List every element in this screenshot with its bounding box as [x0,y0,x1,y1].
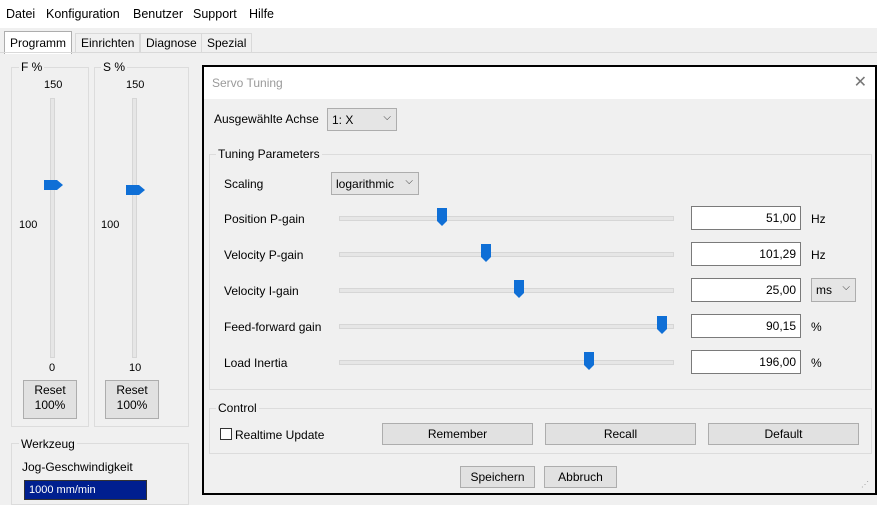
jog-speed-value: 1000 mm/min [29,484,96,496]
feed-reset-label-line1: Reset [34,383,66,397]
velocity-i-gain-input[interactable]: 25,00 [691,278,801,302]
spindle-reset-label-line1: Reset [116,383,148,397]
feed-override-label: F % [19,60,45,74]
spindle-override-min: 10 [129,362,142,374]
feed-forward-gain-slider-thumb[interactable] [657,316,667,334]
tab-divider [0,52,877,53]
position-p-gain-unit: Hz [811,212,826,226]
feed-reset-button[interactable]: Reset 100% [23,380,77,419]
jog-speed-select[interactable]: 1000 mm/min [24,480,147,500]
spindle-reset-button[interactable]: Reset 100% [105,380,159,419]
velocity-i-gain-slider-thumb[interactable] [513,280,524,298]
velocity-p-gain-input[interactable]: 101,29 [691,242,801,266]
dialog-title-bar: Servo Tuning ✕ [204,67,875,99]
scaling-label: Scaling [224,177,264,191]
position-p-gain-input[interactable]: 51,00 [691,206,801,230]
feed-override-min: 0 [49,362,56,374]
feed-override-max: 150 [44,79,63,91]
load-inertia-track[interactable] [339,360,674,365]
remember-button[interactable]: Remember [382,423,533,445]
menu-konfiguration[interactable]: Konfiguration [46,7,120,21]
menu-bar: Datei Konfiguration Benutzer Support Hil… [0,0,877,28]
feed-forward-gain-track[interactable] [339,324,674,329]
feed-forward-gain-input[interactable]: 90,15 [691,314,801,338]
realtime-update-checkbox[interactable] [220,428,232,440]
load-inertia-input[interactable]: 196,00 [691,350,801,374]
chevron-down-icon: ⌵ [842,282,850,293]
spindle-override-mid: 100 [101,219,120,231]
feed-forward-gain-label: Feed-forward gain [224,320,322,334]
velocity-p-gain-track[interactable] [339,252,674,257]
velocity-i-gain-unit: ms [816,283,832,297]
recall-button[interactable]: Recall [545,423,696,445]
menu-hilfe[interactable]: Hilfe [249,7,274,21]
feed-reset-label-line2: 100% [34,398,66,412]
cancel-button[interactable]: Abbruch [544,466,617,488]
servo-tuning-dialog: Servo Tuning ✕ Ausgewählte Achse 1: X ⌵ … [202,65,877,495]
control-group-label: Control [216,401,259,415]
axis-select[interactable]: 1: X ⌵ [327,108,397,131]
velocity-i-gain-track[interactable] [339,288,674,293]
tab-programm[interactable]: Programm [4,31,73,54]
load-inertia-unit: % [811,356,822,370]
tuning-parameters-label: Tuning Parameters [216,147,322,161]
main-tabs: Programm Einrichten Diagnose Spezial [0,30,877,54]
tab-spezial[interactable]: Spezial [201,33,253,53]
load-inertia-slider-thumb[interactable] [583,352,594,370]
feed-override-mid: 100 [19,219,38,231]
position-p-gain-track[interactable] [339,216,674,221]
chevron-down-icon: ⌵ [383,112,391,123]
jog-speed-label: Jog-Geschwindigkeit [22,460,133,474]
spindle-override-track[interactable] [132,98,137,358]
tool-group-label: Werkzeug [19,437,77,451]
velocity-p-gain-slider-thumb[interactable] [480,244,491,262]
spindle-override-label: S % [101,60,128,74]
scaling-select-value: logarithmic [336,177,395,191]
velocity-p-gain-label: Velocity P-gain [224,248,304,262]
spindle-override-panel [94,67,189,427]
position-p-gain-label: Position P-gain [224,212,305,226]
load-inertia-label: Load Inertia [224,356,288,370]
tab-einrichten[interactable]: Einrichten [75,33,141,53]
resize-grip-icon[interactable]: ⋰ [861,480,871,490]
feed-override-track[interactable] [50,98,55,358]
dialog-title: Servo Tuning [212,76,283,90]
axis-label: Ausgewählte Achse [214,112,319,126]
velocity-p-gain-unit: Hz [811,248,826,262]
spindle-reset-label-line2: 100% [116,398,148,412]
menu-benutzer[interactable]: Benutzer [133,7,183,21]
close-icon[interactable]: ✕ [854,72,867,92]
realtime-update-label: Realtime Update [235,428,325,442]
tab-diagnose[interactable]: Diagnose [140,33,203,53]
velocity-i-gain-label: Velocity I-gain [224,284,299,298]
chevron-down-icon: ⌵ [405,176,413,187]
spindle-override-slider-thumb[interactable] [126,185,145,195]
position-p-gain-slider-thumb[interactable] [437,208,448,226]
axis-select-value: 1: X [332,113,354,127]
menu-support[interactable]: Support [193,7,237,21]
velocity-i-gain-unit-select[interactable]: ms ⌵ [811,278,856,302]
menu-datei[interactable]: Datei [6,7,35,21]
feed-forward-gain-unit: % [811,320,822,334]
scaling-select[interactable]: logarithmic ⌵ [331,172,419,195]
default-button[interactable]: Default [708,423,859,445]
spindle-override-max: 150 [126,79,145,91]
feed-override-slider-thumb[interactable] [44,180,63,190]
save-button[interactable]: Speichern [460,466,535,488]
